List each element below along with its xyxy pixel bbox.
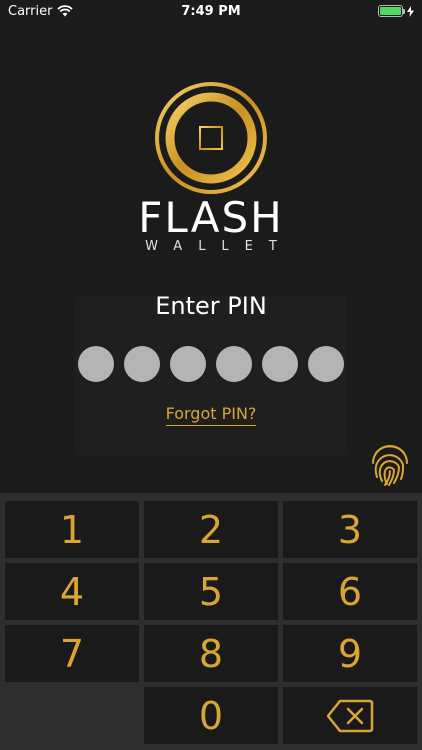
logo-subtitle: WALLET [145,239,293,254]
carrier-label: Carrier [8,3,53,19]
app-logo: FLASH WALLET [0,80,422,254]
key-1[interactable]: 1 [5,501,139,558]
number-keypad: 123 456 7890 [0,493,422,750]
battery-icon [378,5,405,17]
pin-dot [216,346,252,382]
key-0[interactable]: 0 [144,687,278,744]
pin-title: Enter PIN [155,292,267,320]
key-9[interactable]: 9 [283,625,417,682]
status-right [378,5,414,17]
wifi-icon [57,5,74,17]
key-empty [5,687,139,744]
key-4[interactable]: 4 [5,563,139,620]
pin-dot [262,346,298,382]
battery-cap [403,9,405,14]
forgot-pin-row: Forgot PIN? [0,404,422,426]
logo-title: FLASH [138,193,284,242]
flash-wallet-logo-icon [155,82,267,194]
backspace-key[interactable] [283,687,417,744]
fingerprint-icon[interactable] [370,443,410,487]
forgot-pin-link[interactable]: Forgot PIN? [165,404,257,426]
status-left: Carrier [8,3,74,19]
backspace-icon [326,699,374,732]
charging-bolt-icon [407,5,414,17]
key-3[interactable]: 3 [283,501,417,558]
battery-fill [380,7,401,15]
key-5[interactable]: 5 [144,563,278,620]
pin-dots [78,346,344,382]
key-2[interactable]: 2 [144,501,278,558]
pin-dot [308,346,344,382]
key-6[interactable]: 6 [283,563,417,620]
pin-dot [170,346,206,382]
pin-dot [78,346,114,382]
pin-dot [124,346,160,382]
status-bar: Carrier 7:49 PM [0,0,422,22]
key-8[interactable]: 8 [144,625,278,682]
key-7[interactable]: 7 [5,625,139,682]
